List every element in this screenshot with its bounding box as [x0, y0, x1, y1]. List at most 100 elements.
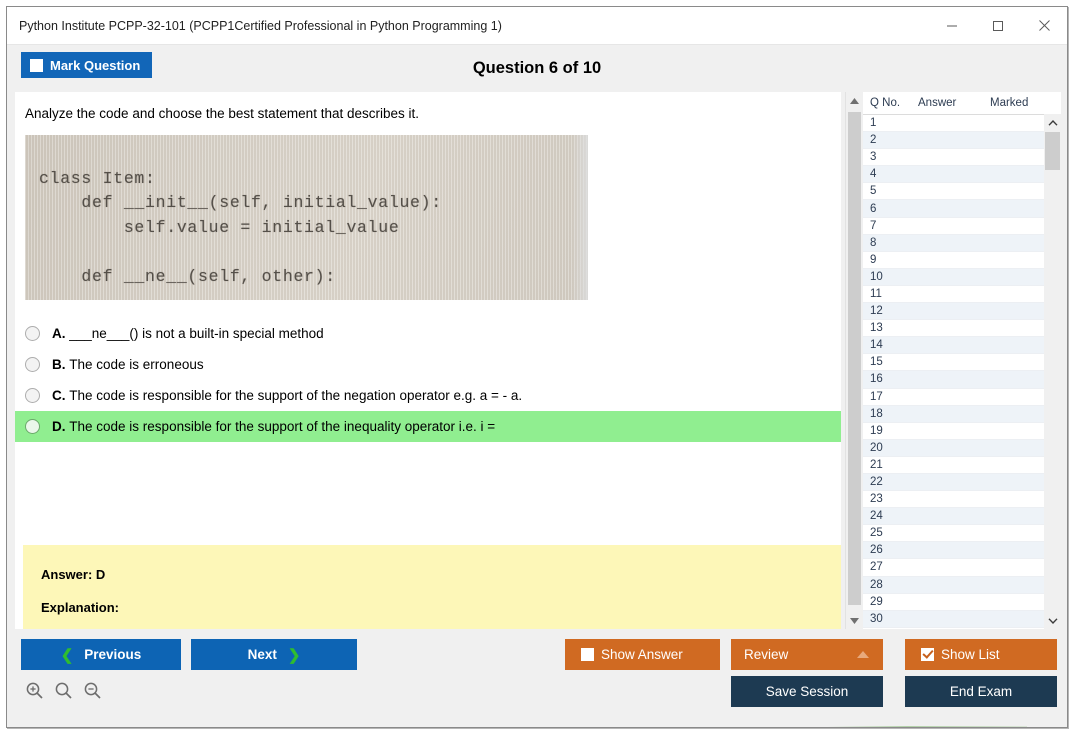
question-list-row[interactable]: 14	[863, 337, 1044, 355]
question-list-row[interactable]: 13	[863, 320, 1044, 338]
question-number-cell: 1	[870, 117, 877, 130]
question-list-row[interactable]: 20	[863, 439, 1044, 457]
question-number-cell: 10	[870, 270, 883, 283]
question-list-row[interactable]: 2	[863, 132, 1044, 150]
question-list-row[interactable]: 23	[863, 491, 1044, 509]
question-list-row[interactable]: 3	[863, 149, 1044, 167]
zoom-in-icon	[26, 682, 43, 699]
radio-icon-b[interactable]	[25, 357, 40, 372]
question-list-row[interactable]: 29	[863, 593, 1044, 611]
question-number-cell: 29	[870, 595, 883, 608]
content-scrollbar[interactable]	[845, 92, 862, 629]
question-list-row[interactable]: 30	[863, 610, 1044, 628]
question-number-cell: 19	[870, 424, 883, 437]
answer-option-c[interactable]: C. The code is responsible for the suppo…	[15, 380, 841, 411]
answer-option-b[interactable]: B. The code is erroneous	[15, 349, 841, 380]
list-scroll-down-button[interactable]	[1044, 612, 1061, 629]
question-number-cell: 2	[870, 134, 877, 147]
question-number-cell: 26	[870, 544, 883, 557]
close-button[interactable]	[1021, 7, 1067, 44]
radio-icon-d[interactable]	[25, 419, 40, 434]
question-number-cell: 11	[870, 287, 882, 300]
show-answer-checkbox-icon	[581, 648, 594, 661]
question-list-row[interactable]: 15	[863, 354, 1044, 372]
zoom-out-button[interactable]	[83, 681, 102, 705]
answer-option-d[interactable]: D. The code is responsible for the suppo…	[15, 411, 841, 442]
review-dropdown-button[interactable]: Review	[731, 639, 883, 670]
mark-question-label: Mark Question	[50, 57, 141, 73]
question-list-row[interactable]: 24	[863, 508, 1044, 526]
question-list-row[interactable]: 4	[863, 166, 1044, 184]
question-list-row[interactable]: 28	[863, 576, 1044, 594]
question-list-row[interactable]: 16	[863, 371, 1044, 389]
answer-option-b-label: B. The code is erroneous	[52, 357, 204, 372]
show-list-button[interactable]: Show List	[905, 639, 1057, 670]
chevron-down-icon	[1047, 617, 1058, 624]
list-scroll-thumb[interactable]	[1045, 132, 1060, 170]
zoom-in-button[interactable]	[25, 681, 44, 705]
previous-button[interactable]: ❮ Previous	[21, 639, 181, 670]
answer-option-a[interactable]: A. ___ne___() is not a built-in special …	[15, 318, 841, 349]
bottom-toolbar: ❮ Previous Next ❯ Show Answer Review Sho…	[7, 631, 1067, 727]
save-session-button[interactable]: Save Session	[731, 676, 883, 707]
chevron-up-icon	[850, 97, 859, 104]
question-list-panel: Q No. Answer Marked 1 2 3 4 5 6 7 8 9 10 11 12 13 14 1…	[863, 92, 1061, 629]
question-list-row[interactable]: 21	[863, 456, 1044, 474]
question-counter: Question 6 of 10	[472, 59, 602, 77]
content-scroll-thumb[interactable]	[848, 112, 861, 605]
chevron-down-icon	[850, 617, 859, 624]
question-number-cell: 9	[870, 253, 877, 266]
question-list-row[interactable]: 26	[863, 542, 1044, 560]
question-number-cell: 12	[870, 305, 883, 318]
content-scroll-down-button[interactable]	[846, 612, 863, 629]
question-number-cell: 28	[870, 578, 883, 591]
next-button[interactable]: Next ❯	[191, 639, 357, 670]
list-scroll-up-button[interactable]	[1044, 114, 1061, 131]
chevron-up-icon	[1047, 119, 1058, 126]
content-scroll-up-button[interactable]	[846, 92, 863, 109]
question-list-row[interactable]: 18	[863, 405, 1044, 423]
question-list-row[interactable]: 8	[863, 234, 1044, 252]
question-list-row[interactable]: 11	[863, 285, 1044, 304]
radio-icon-a[interactable]	[25, 326, 40, 341]
radio-icon-c[interactable]	[25, 388, 40, 403]
question-list-row[interactable]: 27	[863, 559, 1044, 577]
mark-question-button[interactable]: Mark Question	[21, 52, 153, 78]
answer-option-a-label: A. ___ne___() is not a built-in special …	[52, 326, 324, 341]
question-number-cell: 7	[870, 219, 877, 232]
question-number-cell: 22	[870, 476, 883, 489]
question-list-row[interactable]: 19	[863, 422, 1044, 440]
question-list-scrollbar[interactable]	[1044, 114, 1061, 629]
question-number-cell: 24	[870, 510, 883, 523]
minimize-button[interactable]	[929, 7, 975, 44]
next-label: Next	[247, 647, 277, 662]
question-list-row[interactable]: 12	[863, 303, 1044, 321]
question-list-row[interactable]: 25	[863, 525, 1044, 543]
question-list-row[interactable]: 1	[863, 115, 1044, 133]
end-exam-button[interactable]: End Exam	[905, 676, 1057, 707]
maximize-button[interactable]	[975, 7, 1021, 44]
show-list-checkbox-icon	[921, 648, 934, 661]
question-number-cell: 3	[870, 151, 877, 164]
chevron-right-icon: ❯	[287, 646, 301, 664]
caret-up-icon	[857, 651, 869, 658]
question-list-row[interactable]: 22	[863, 473, 1044, 492]
question-list-row[interactable]: 6	[863, 200, 1044, 218]
question-number-cell: 21	[870, 458, 883, 471]
question-list-row[interactable]: 7	[863, 217, 1044, 235]
minimize-icon	[947, 25, 957, 26]
zoom-reset-button[interactable]	[54, 681, 73, 705]
question-list-row[interactable]: 10	[863, 268, 1044, 286]
question-list-body[interactable]: 1 2 3 4 5 6 7 8 9 10 11 12 13 14 15 16 17 18 19 20 21 22 23 24 2…	[863, 114, 1044, 629]
question-number-cell: 13	[870, 322, 883, 335]
question-number-cell: 23	[870, 493, 883, 506]
question-number-cell: 15	[870, 356, 883, 369]
show-answer-button[interactable]: Show Answer	[565, 639, 720, 670]
question-list-header: Q No. Answer Marked	[863, 92, 1061, 114]
question-list-row[interactable]: 17	[863, 388, 1044, 406]
question-list-row[interactable]: 9	[863, 251, 1044, 269]
question-list-row[interactable]: 5	[863, 183, 1044, 201]
save-session-label: Save Session	[765, 684, 849, 699]
previous-label: Previous	[84, 647, 142, 662]
question-number-cell: 14	[870, 339, 883, 352]
